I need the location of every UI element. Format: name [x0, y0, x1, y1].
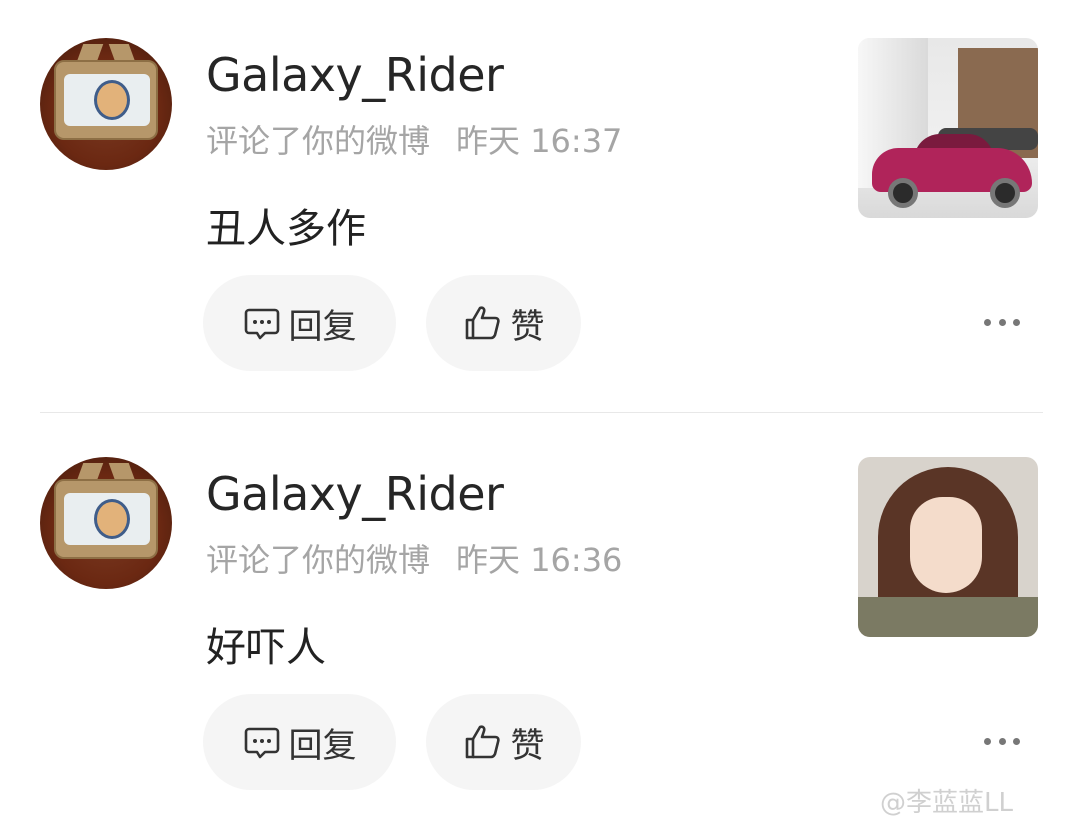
- action-text: 评论了你的微博: [206, 122, 431, 160]
- notification-list: Galaxy_Rider 评论了你的微博昨天 16:37 丑人多作 回复 赞: [0, 0, 1072, 820]
- comment-icon: [244, 727, 279, 759]
- reply-button[interactable]: 回复: [203, 694, 396, 790]
- reply-label: 回复: [288, 306, 357, 347]
- avatar-face: [94, 499, 130, 539]
- timestamp: 昨天 16:37: [456, 122, 623, 160]
- watermark: @李蓝蓝LL: [880, 788, 1013, 818]
- avatar[interactable]: [40, 457, 172, 589]
- avatar[interactable]: [40, 38, 172, 170]
- comment-text: 好吓人: [206, 625, 326, 671]
- notification-item: Galaxy_Rider 评论了你的微博 昨天 16:37 丑人多作 回复 赞: [0, 0, 1072, 400]
- username[interactable]: Galaxy_Rider: [206, 48, 504, 102]
- avatar-tv-frame: [54, 479, 158, 559]
- comment-icon: [244, 308, 279, 340]
- thumbs-up-icon: [465, 725, 500, 759]
- avatar-tv-frame: [54, 60, 158, 140]
- like-button[interactable]: 赞: [426, 275, 581, 371]
- like-button[interactable]: 赞: [426, 694, 581, 790]
- more-options-icon[interactable]: [984, 316, 1020, 328]
- thumbs-up-icon: [465, 306, 500, 340]
- meta-line: 评论了你的微博 昨天 16:36: [206, 535, 622, 581]
- comment-text: 丑人多作: [206, 206, 366, 252]
- divider: [40, 412, 1043, 413]
- post-thumbnail-car[interactable]: [858, 38, 1038, 218]
- post-thumbnail-person[interactable]: [858, 457, 1038, 637]
- notification-item: Galaxy_Rider 评论了你的微博 昨天 16:36 好吓人 回复 赞: [0, 419, 1072, 819]
- meta-line: 评论了你的微博 昨天 16:37: [206, 116, 622, 162]
- action-text: 评论了你的微博: [206, 541, 431, 579]
- timestamp: 昨天 16:36: [456, 541, 623, 579]
- like-label: 赞: [510, 725, 545, 766]
- reply-label: 回复: [288, 725, 357, 766]
- like-label: 赞: [510, 306, 545, 347]
- more-options-icon[interactable]: [984, 735, 1020, 747]
- person-face: [910, 497, 982, 593]
- avatar-face: [94, 80, 130, 120]
- reply-button[interactable]: 回复: [203, 275, 396, 371]
- username[interactable]: Galaxy_Rider: [206, 467, 504, 521]
